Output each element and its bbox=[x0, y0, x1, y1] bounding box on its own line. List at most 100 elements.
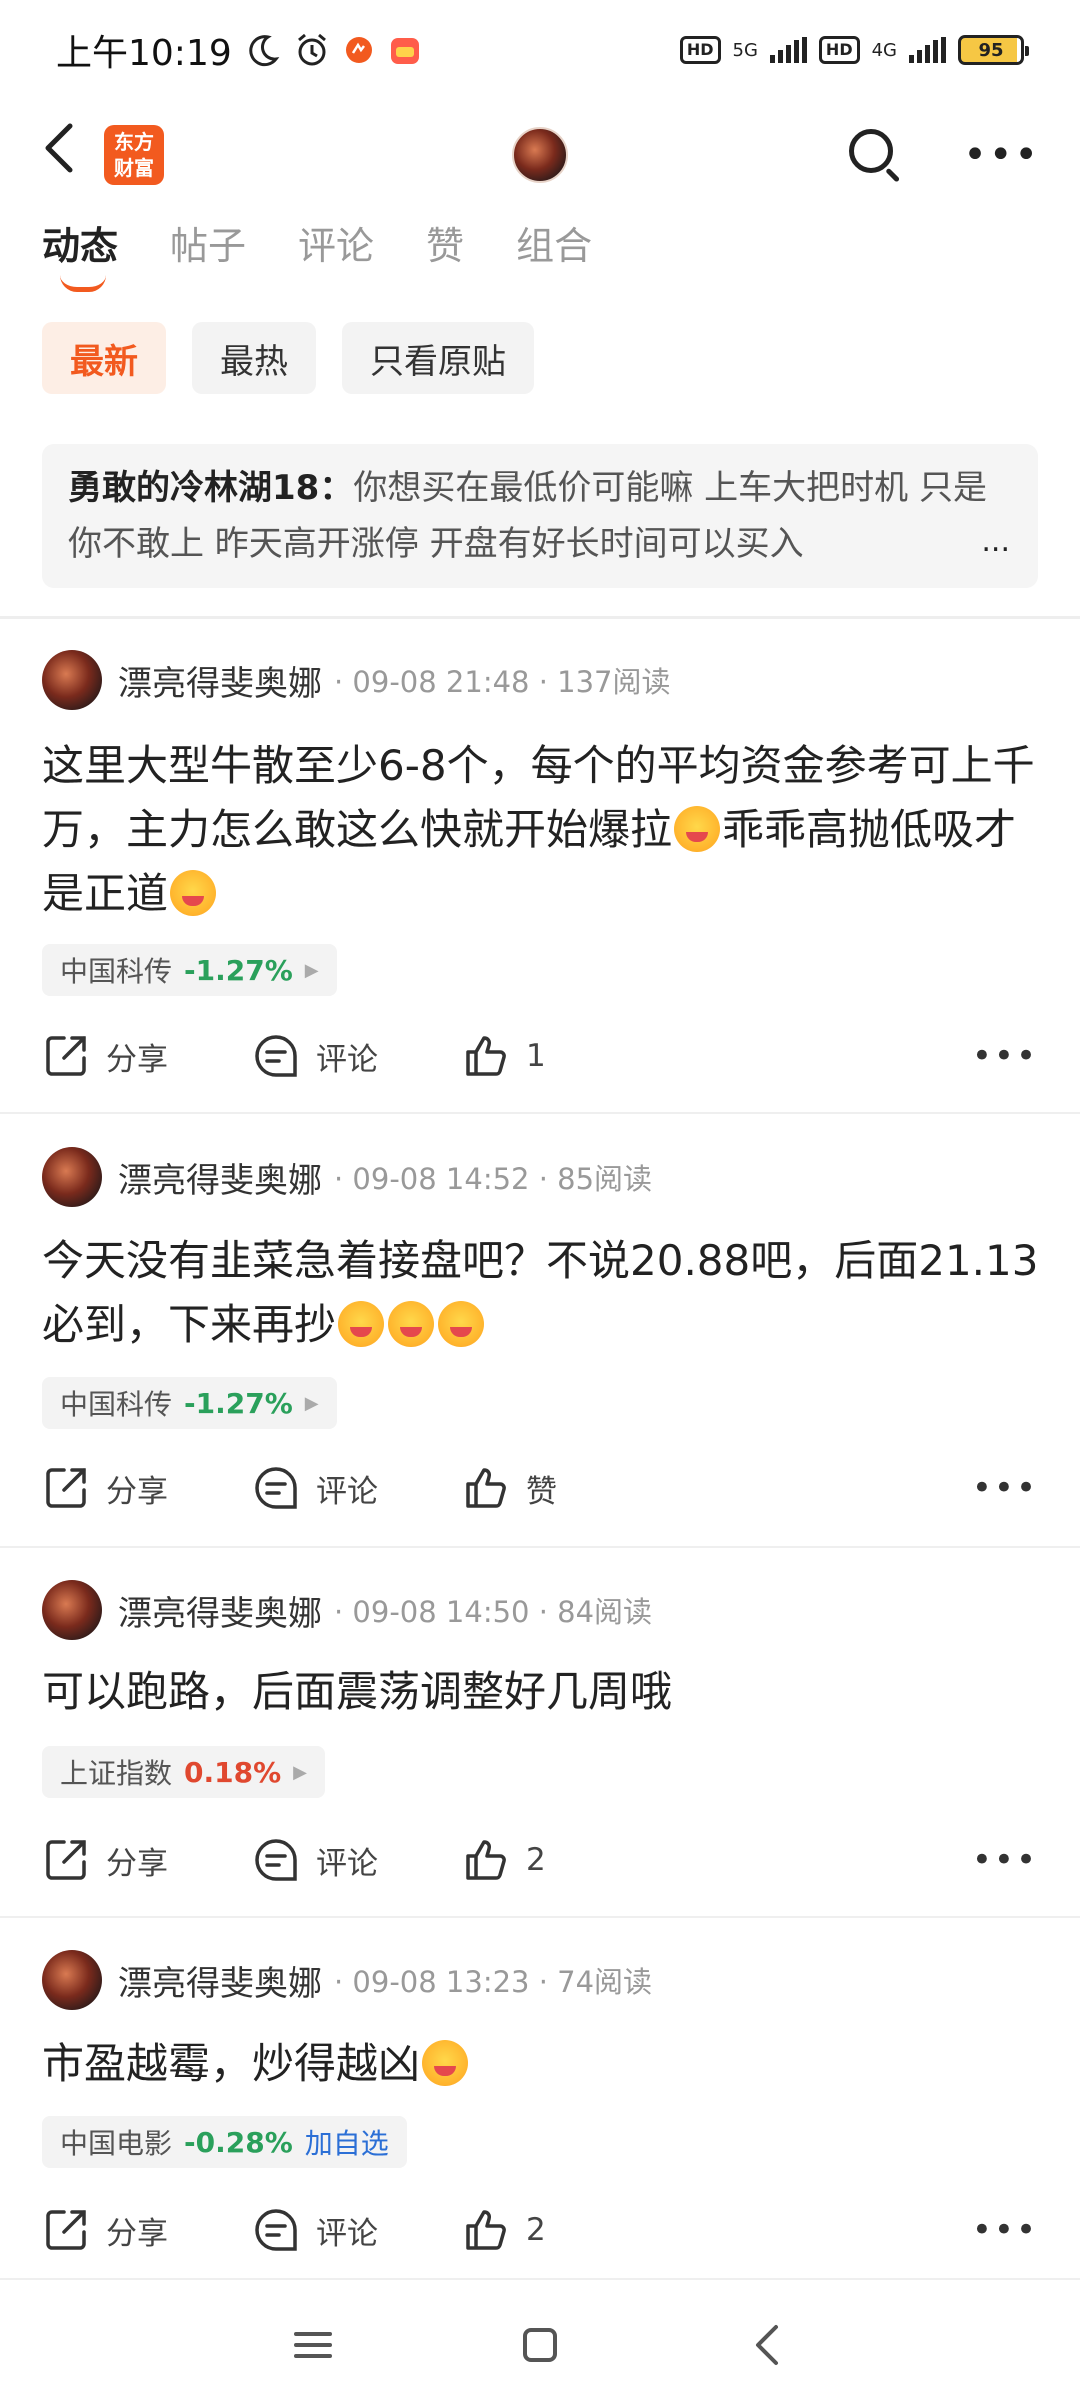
stock-tag[interactable]: 中国电影 -0.28% 加自选 bbox=[42, 2116, 407, 2168]
stock-tag[interactable]: 上证指数 0.18% ▶ bbox=[42, 1746, 325, 1798]
share-button[interactable]: 分享 bbox=[42, 2206, 252, 2254]
author-name[interactable]: 漂亮得斐奥娜 bbox=[118, 656, 322, 705]
share-label: 分享 bbox=[106, 2215, 168, 2252]
tab-likes[interactable]: 赞 bbox=[426, 215, 464, 270]
like-count: 2 bbox=[526, 2212, 546, 2248]
back-icon[interactable] bbox=[737, 2315, 797, 2375]
comment-label: 评论 bbox=[316, 1845, 378, 1882]
stock-tag[interactable]: 中国科传 -1.27% ▶ bbox=[42, 1377, 337, 1429]
status-left-icons bbox=[246, 32, 422, 68]
tab-comments[interactable]: 评论 bbox=[298, 215, 374, 270]
menu-icon[interactable] bbox=[283, 2315, 343, 2375]
thumbs-up-icon bbox=[466, 1840, 506, 1880]
profile-tabs: 动态 帖子 评论 赞 组合 bbox=[42, 215, 592, 292]
play-arrow-icon: ▶ bbox=[304, 959, 319, 981]
share-icon bbox=[46, 1468, 86, 1508]
comment-icon bbox=[255, 1035, 297, 1077]
like-button[interactable]: 赞 bbox=[462, 1464, 662, 1512]
tab-posts[interactable]: 帖子 bbox=[170, 215, 246, 270]
author-avatar[interactable] bbox=[42, 1580, 102, 1640]
post-text[interactable]: 这里大型牛散至少6-8个，每个的平均资金参考可上千万，主力怎么敢这么快就开始爆拉… bbox=[42, 734, 1042, 926]
comment-icon bbox=[255, 1839, 297, 1881]
author-avatar[interactable] bbox=[42, 1147, 102, 1207]
signal-bars-icon bbox=[769, 37, 807, 63]
comment-label: 评论 bbox=[316, 2215, 378, 2252]
logo-line1: 东方 bbox=[114, 130, 154, 154]
play-arrow-icon: ▶ bbox=[304, 1392, 319, 1414]
tab-dynamics[interactable]: 动态 bbox=[42, 215, 118, 292]
comment-button[interactable]: 评论 bbox=[252, 1464, 462, 1512]
stock-name: 中国电影 bbox=[60, 2127, 173, 2160]
author-name[interactable]: 漂亮得斐奥娜 bbox=[118, 1586, 322, 1635]
share-button[interactable]: 分享 bbox=[42, 1464, 252, 1512]
user-avatar[interactable] bbox=[512, 127, 568, 183]
grin-emoji-icon bbox=[422, 2040, 469, 2086]
thumbs-up-icon bbox=[466, 2210, 506, 2250]
author-name[interactable]: 漂亮得斐奥娜 bbox=[118, 1956, 322, 2005]
share-icon bbox=[46, 1840, 86, 1880]
post-actions: 分享 评论 2 ••• bbox=[42, 2200, 1038, 2260]
moon-icon bbox=[249, 35, 280, 67]
network-5g: 5G bbox=[732, 39, 758, 61]
grin-emoji-icon bbox=[674, 806, 721, 852]
author-avatar[interactable] bbox=[42, 1950, 102, 2010]
thumbs-up-icon bbox=[466, 1468, 506, 1508]
home-icon[interactable] bbox=[510, 2315, 570, 2375]
post-text[interactable]: 市盈越霉，炒得越凶 bbox=[42, 2032, 1042, 2096]
back-arrow-icon[interactable] bbox=[40, 120, 90, 190]
share-label: 分享 bbox=[106, 1473, 168, 1510]
like-button[interactable]: 2 bbox=[462, 1836, 662, 1884]
filter-latest[interactable]: 最新 bbox=[42, 322, 166, 394]
hd-badge-2: HD bbox=[818, 36, 860, 64]
filter-original-only[interactable]: 只看原贴 bbox=[342, 322, 534, 394]
filter-hottest[interactable]: 最热 bbox=[192, 322, 316, 394]
pinned-ellipsis: ... bbox=[981, 524, 1010, 559]
pinned-comment[interactable]: 勇敢的冷林湖18：你想买在最低价可能嘛 上车大把时机 只是你不敢上 昨天高开涨停… bbox=[42, 444, 1038, 588]
status-bar: 上午10:19 HD 5G HD 4G 95 bbox=[0, 0, 1080, 100]
network-4g: 4G bbox=[871, 39, 897, 61]
grin-emoji-icon bbox=[338, 1301, 385, 1347]
post-meta: · 09-08 21:48 · 137阅读 bbox=[334, 665, 671, 699]
more-options-icon[interactable]: ••• bbox=[972, 1840, 1038, 1880]
post-header: 漂亮得斐奥娜 · 09-08 14:50 · 84阅读 bbox=[42, 1578, 652, 1642]
author-avatar[interactable] bbox=[42, 650, 102, 710]
hd-badge: HD bbox=[679, 36, 721, 64]
divider bbox=[0, 1112, 1080, 1114]
status-time: 上午10:19 bbox=[56, 33, 232, 74]
alarm-icon bbox=[297, 33, 326, 66]
post-text[interactable]: 可以跑路，后面震荡调整好几周哦 bbox=[42, 1660, 1042, 1724]
share-icon bbox=[46, 1036, 86, 1076]
more-options-icon[interactable]: ••• bbox=[972, 1468, 1038, 1508]
stock-name: 上证指数 bbox=[60, 1757, 173, 1790]
author-name[interactable]: 漂亮得斐奥娜 bbox=[118, 1153, 322, 1202]
status-right-icons: HD 5G HD 4G 95 bbox=[679, 35, 1029, 65]
post-meta: · 09-08 14:50 · 84阅读 bbox=[334, 1595, 653, 1629]
post-text[interactable]: 今天没有韭菜急着接盘吧？不说20.88吧，后面21.13必到，下来再抄 bbox=[42, 1229, 1042, 1357]
like-button[interactable]: 2 bbox=[462, 2206, 662, 2254]
tab-portfolio[interactable]: 组合 bbox=[516, 215, 592, 270]
share-button[interactable]: 分享 bbox=[42, 1836, 252, 1884]
stock-name: 中国科传 bbox=[60, 1388, 173, 1421]
grin-emoji-icon bbox=[170, 870, 217, 916]
more-options-icon[interactable]: ••• bbox=[963, 132, 1040, 178]
stock-tag[interactable]: 中国科传 -1.27% ▶ bbox=[42, 944, 337, 996]
post-header: 漂亮得斐奥娜 · 09-08 13:23 · 74阅读 bbox=[42, 1948, 652, 2012]
search-icon[interactable] bbox=[847, 127, 903, 183]
more-options-icon[interactable]: ••• bbox=[972, 2210, 1038, 2250]
comment-button[interactable]: 评论 bbox=[252, 2206, 462, 2254]
comment-button[interactable]: 评论 bbox=[252, 1836, 462, 1884]
like-button[interactable]: 1 bbox=[462, 1032, 662, 1080]
add-watchlist-link[interactable]: 加自选 bbox=[305, 2122, 389, 2162]
stock-change: -0.28% bbox=[184, 2125, 293, 2159]
share-label: 分享 bbox=[106, 1845, 168, 1882]
comment-button[interactable]: 评论 bbox=[252, 1032, 462, 1080]
pinned-username[interactable]: 勇敢的冷林湖18： bbox=[68, 468, 353, 508]
post-actions: 分享 评论 赞 ••• bbox=[42, 1458, 1038, 1518]
stock-change: -1.27% bbox=[184, 953, 293, 987]
more-options-icon[interactable]: ••• bbox=[972, 1036, 1038, 1076]
share-button[interactable]: 分享 bbox=[42, 1032, 252, 1080]
share-label: 分享 bbox=[106, 1041, 168, 1078]
stock-change: 0.18% bbox=[184, 1755, 282, 1789]
post-text-part1: 市盈越霉，炒得越凶 bbox=[42, 2039, 421, 2088]
post-header: 漂亮得斐奥娜 · 09-08 21:48 · 137阅读 bbox=[42, 648, 671, 712]
